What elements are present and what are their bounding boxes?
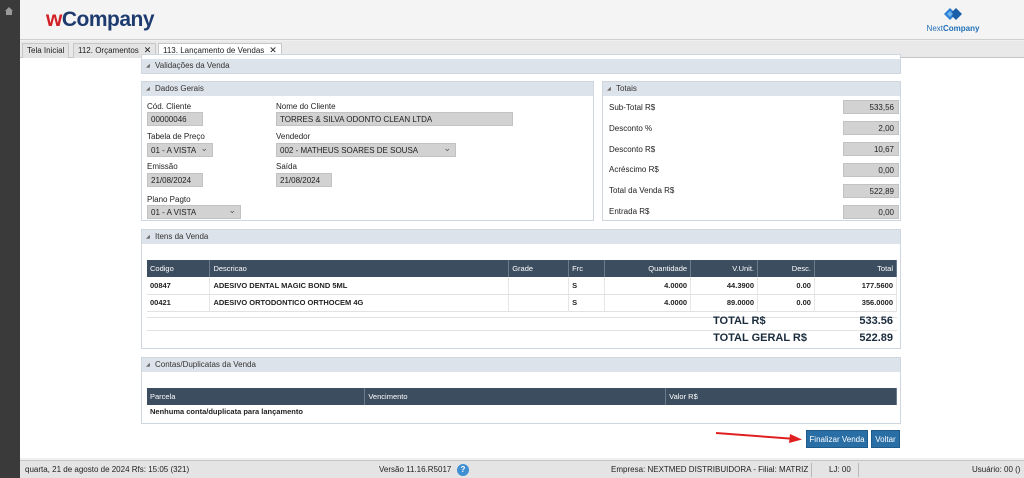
table-row[interactable]: 00847 ADESIVO DENTAL MAGIC BOND 5ML S 4.… xyxy=(147,277,898,295)
entrada-field[interactable]: 0,00 xyxy=(843,205,899,219)
app-header: wCompany NextCompany xyxy=(20,0,1024,40)
panel-contas-duplicatas: Contas/Duplicatas da Venda Parcela Venci… xyxy=(141,357,901,424)
validacoes-header[interactable]: Validações da Venda xyxy=(142,59,900,73)
emissao-field[interactable]: 21/08/2024 xyxy=(147,173,203,187)
home-icon[interactable] xyxy=(4,6,14,16)
left-rail xyxy=(0,0,20,478)
finalizar-venda-button[interactable]: Finalizar Venda xyxy=(806,430,868,448)
total-venda-field[interactable]: 522,89 xyxy=(843,184,899,198)
status-empresa: Empresa: NEXTMED DISTRIBUIDORA - Filial:… xyxy=(611,465,809,474)
panel-totais: Totais Sub-Total R$ 533,56 Desconto % 2,… xyxy=(602,81,901,221)
divider xyxy=(858,463,859,477)
nextcompany-logo: NextCompany xyxy=(918,4,988,36)
table-header-row: Codigo Descricao Grade Frc Quantidade V.… xyxy=(147,260,898,277)
desconto-rs-field[interactable]: 10,67 xyxy=(843,142,899,156)
desconto-pct-field[interactable]: 2,00 xyxy=(843,121,899,135)
status-bar: quarta, 21 de agosto de 2024 Rfs: 15:05 … xyxy=(20,460,1024,478)
total-label: TOTAL R$ xyxy=(713,315,766,327)
itens-table: Codigo Descricao Grade Frc Quantidade V.… xyxy=(147,260,898,312)
itens-header[interactable]: Itens da Venda xyxy=(142,230,900,244)
wcompany-logo: wCompany xyxy=(46,8,155,31)
tabela-preco-select[interactable]: 01 - A VISTA xyxy=(147,141,213,157)
total-geral-label: TOTAL GERAL R$ xyxy=(713,332,807,344)
saida-field[interactable]: 21/08/2024 xyxy=(276,173,332,187)
acrescimo-field[interactable]: 0,00 xyxy=(843,163,899,177)
red-arrow-annotation xyxy=(715,432,802,443)
totais-header[interactable]: Totais xyxy=(603,82,900,96)
panel-itens-venda: Itens da Venda Codigo Descricao Grade Fr… xyxy=(141,229,901,349)
contas-header[interactable]: Contas/Duplicatas da Venda xyxy=(142,358,900,372)
total-value: 533.56 xyxy=(859,315,893,327)
tab-tela-inicial[interactable]: Tela Inicial xyxy=(22,43,70,58)
status-date-time: quarta, 21 de agosto de 2024 Rfs: 15:05 … xyxy=(25,465,190,474)
nextcompany-diamond-icon xyxy=(944,8,962,20)
status-usuario: Usuário: 00 () xyxy=(972,465,1021,474)
divider xyxy=(147,317,897,318)
vendedor-select[interactable]: 002 - MATHEUS SOARES DE SOUSA xyxy=(276,141,456,157)
workspace: Validações da Venda Dados Gerais Cód. Cl… xyxy=(20,54,1024,458)
status-loja: LJ: 00 xyxy=(829,465,851,474)
voltar-button[interactable]: Voltar xyxy=(871,430,900,448)
total-geral-value: 522.89 xyxy=(859,332,893,344)
divider xyxy=(147,330,897,331)
subtotal-field[interactable]: 533,56 xyxy=(843,100,899,114)
table-header-row: Parcela Vencimento Valor R$ xyxy=(147,388,897,405)
contas-table: Parcela Vencimento Valor R$ xyxy=(147,388,897,405)
plano-pagto-select[interactable]: 01 - A VISTA xyxy=(147,203,241,219)
divider xyxy=(811,463,812,477)
cod-cliente-field[interactable]: 00000046 xyxy=(147,112,203,126)
nome-cliente-field[interactable]: TORRES & SILVA ODONTO CLEAN LTDA xyxy=(276,112,513,126)
empty-message: Nenhuma conta/duplicata para lançamento xyxy=(150,407,303,416)
help-icon[interactable]: ? xyxy=(457,464,469,476)
panel-dados-gerais: Dados Gerais Cód. Cliente 00000046 Nome … xyxy=(141,81,594,221)
panel-validacoes: Validações da Venda xyxy=(141,54,901,74)
status-version: Versão 11.16.R5017 xyxy=(379,465,452,474)
table-row[interactable]: 00421 ADESIVO ORTODONTICO ORTHOCEM 4G S … xyxy=(147,294,898,312)
dados-gerais-header[interactable]: Dados Gerais xyxy=(142,82,593,96)
